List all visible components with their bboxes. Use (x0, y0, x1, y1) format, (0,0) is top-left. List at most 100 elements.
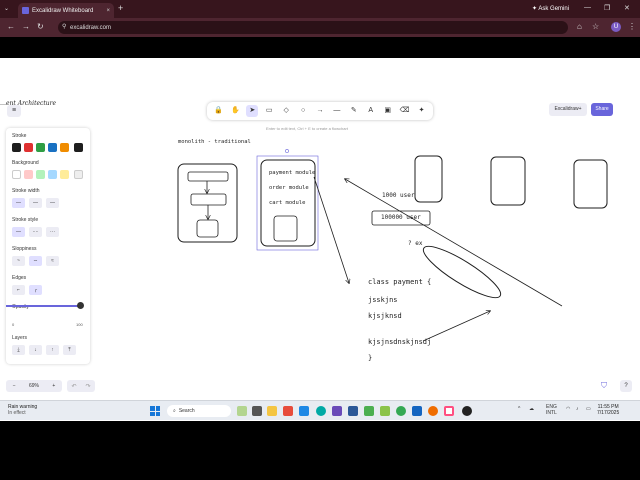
stroke-width-extra[interactable]: — (46, 198, 59, 208)
clock[interactable]: 11:55 PM 7/17/2025 (597, 404, 619, 416)
question-text: ? ex (408, 240, 423, 247)
url-input[interactable]: excalidraw.com (58, 21, 568, 34)
stroke-color-red[interactable] (24, 143, 33, 152)
zoom-level[interactable]: 69% (29, 383, 39, 389)
diamond-tool-icon[interactable]: ◇ (280, 105, 292, 117)
app-icon-5[interactable] (364, 406, 374, 416)
widgets-icon[interactable] (237, 406, 247, 416)
bring-forward-button[interactable]: ↑ (46, 345, 59, 355)
profile-avatar[interactable]: U (611, 22, 621, 32)
eraser-tool-icon[interactable]: ⌫ (399, 105, 411, 117)
excalidraw-plus-button[interactable]: Excalidraw+ (549, 103, 587, 116)
tray-app-icon[interactable]: ☁ (529, 406, 534, 412)
lock-tool-icon[interactable]: 🔒 (212, 105, 224, 117)
app-icon-7[interactable] (412, 406, 422, 416)
new-tab-button[interactable]: + (118, 3, 123, 13)
opacity-slider-handle[interactable] (77, 302, 84, 309)
site-info-icon[interactable]: ⚲ (62, 23, 66, 30)
image-tool-icon[interactable]: ▣ (382, 105, 394, 117)
tab-search-button[interactable]: ⌄ (4, 5, 9, 12)
text-tool-icon[interactable]: A (365, 105, 377, 117)
selection-tool-icon[interactable]: ➤ (246, 105, 259, 117)
taskbar-search-input[interactable]: ⌕ Search (167, 405, 231, 417)
zoom-out-button[interactable]: − (13, 383, 16, 389)
language-indicator[interactable]: ENG INTL (546, 404, 557, 416)
hand-tool-icon[interactable]: ✋ (229, 105, 241, 117)
line-tool-icon[interactable]: — (331, 105, 343, 117)
app-icon-2[interactable] (299, 406, 309, 416)
more-menu-icon[interactable]: ⋮ (628, 22, 636, 31)
stroke-style-solid[interactable]: — (12, 227, 25, 237)
stroke-width-thin[interactable]: — (12, 198, 25, 208)
minimize-button[interactable]: — (584, 4, 591, 11)
ellipse-tool-icon[interactable]: ○ (297, 105, 309, 117)
arrow-tool-icon[interactable]: → (314, 105, 326, 117)
wifi-icon[interactable]: ◠ (566, 406, 570, 412)
sloppiness-artist[interactable]: ∽ (29, 256, 42, 266)
app-icon-9[interactable] (462, 406, 472, 416)
bg-color-blue[interactable] (48, 170, 57, 179)
cast-icon[interactable]: ⌂ (577, 22, 582, 31)
forward-icon[interactable]: → (22, 22, 30, 31)
close-window-button[interactable]: ✕ (624, 4, 630, 12)
restore-button[interactable]: ❐ (604, 4, 610, 12)
more-tools-icon[interactable]: ✦ (416, 105, 428, 117)
rectangle-tool-icon[interactable]: ▭ (263, 105, 275, 117)
stroke-color-blue[interactable] (48, 143, 57, 152)
code-line-2: jsskjns (368, 296, 398, 304)
stroke-width-bold[interactable]: — (29, 198, 42, 208)
app-icon-1[interactable] (283, 406, 293, 416)
payment-module-text: payment module (269, 170, 316, 176)
sloppiness-cartoonist[interactable]: ≈ (46, 256, 59, 266)
zoom-in-button[interactable]: + (52, 383, 55, 389)
redo-button[interactable]: ↷ (85, 383, 90, 390)
help-button[interactable]: ? (620, 380, 632, 392)
share-button[interactable]: Share (591, 103, 613, 116)
stroke-style-dashed[interactable]: - - (29, 227, 42, 237)
opacity-slider[interactable] (6, 305, 80, 307)
bg-color-yellow[interactable] (60, 170, 69, 179)
stroke-color-black[interactable] (12, 143, 21, 152)
send-to-back-button[interactable]: ⤓ (12, 345, 25, 355)
chrome-icon[interactable] (396, 406, 406, 416)
bg-color-green[interactable] (36, 170, 45, 179)
bring-to-front-button[interactable]: ⤒ (63, 345, 76, 355)
bookmark-star-icon[interactable]: ☆ (592, 22, 599, 31)
draw-tool-icon[interactable]: ✎ (348, 105, 360, 117)
bg-color-red[interactable] (24, 170, 33, 179)
browser-tab-excalidraw[interactable]: Excalidraw Whiteboard × (18, 3, 114, 18)
users-box-text: 100000 user (381, 214, 421, 221)
windows-taskbar: Rain warning In effect ⌕ Search ^ ☁ ENG … (0, 400, 640, 420)
stroke-color-orange[interactable] (60, 143, 69, 152)
stroke-color-green[interactable] (36, 143, 45, 152)
app-icon-3[interactable] (332, 406, 342, 416)
edge-browser-icon[interactable] (316, 406, 326, 416)
volume-icon[interactable]: ♪ (576, 406, 579, 412)
reload-icon[interactable]: ↻ (37, 22, 44, 31)
ask-gemini-button[interactable]: ✦ Ask Gemini (532, 5, 569, 12)
main-menu-button[interactable]: ≡ (7, 105, 21, 117)
battery-icon[interactable]: ▭ (586, 406, 591, 412)
bg-color-current[interactable] (74, 170, 83, 179)
stroke-color-current[interactable] (74, 143, 83, 152)
send-backward-button[interactable]: ↓ (29, 345, 42, 355)
bg-color-transparent[interactable] (12, 170, 21, 179)
windows-start-icon[interactable] (150, 406, 160, 416)
app-icon-6[interactable] (380, 406, 390, 416)
back-icon[interactable]: ← (7, 22, 15, 31)
app-icon-4[interactable] (348, 406, 358, 416)
edges-sharp[interactable]: ⌐ (12, 285, 25, 295)
weather-widget[interactable]: Rain warning In effect (8, 404, 37, 416)
shield-icon[interactable]: ⛉ (601, 381, 607, 391)
tray-chevron-icon[interactable]: ^ (518, 406, 520, 412)
app-icon-8[interactable] (428, 406, 438, 416)
sloppiness-architect[interactable]: ~ (12, 256, 25, 266)
edges-round[interactable]: ╭ (29, 285, 42, 295)
undo-button[interactable]: ↶ (71, 383, 76, 390)
tab-close-icon[interactable]: × (106, 8, 110, 14)
active-app-icon[interactable] (444, 406, 454, 416)
task-view-icon[interactable] (252, 406, 262, 416)
stroke-style-dotted[interactable]: ··· (46, 227, 59, 237)
service-box-1 (414, 155, 443, 203)
file-explorer-icon[interactable] (267, 406, 277, 416)
